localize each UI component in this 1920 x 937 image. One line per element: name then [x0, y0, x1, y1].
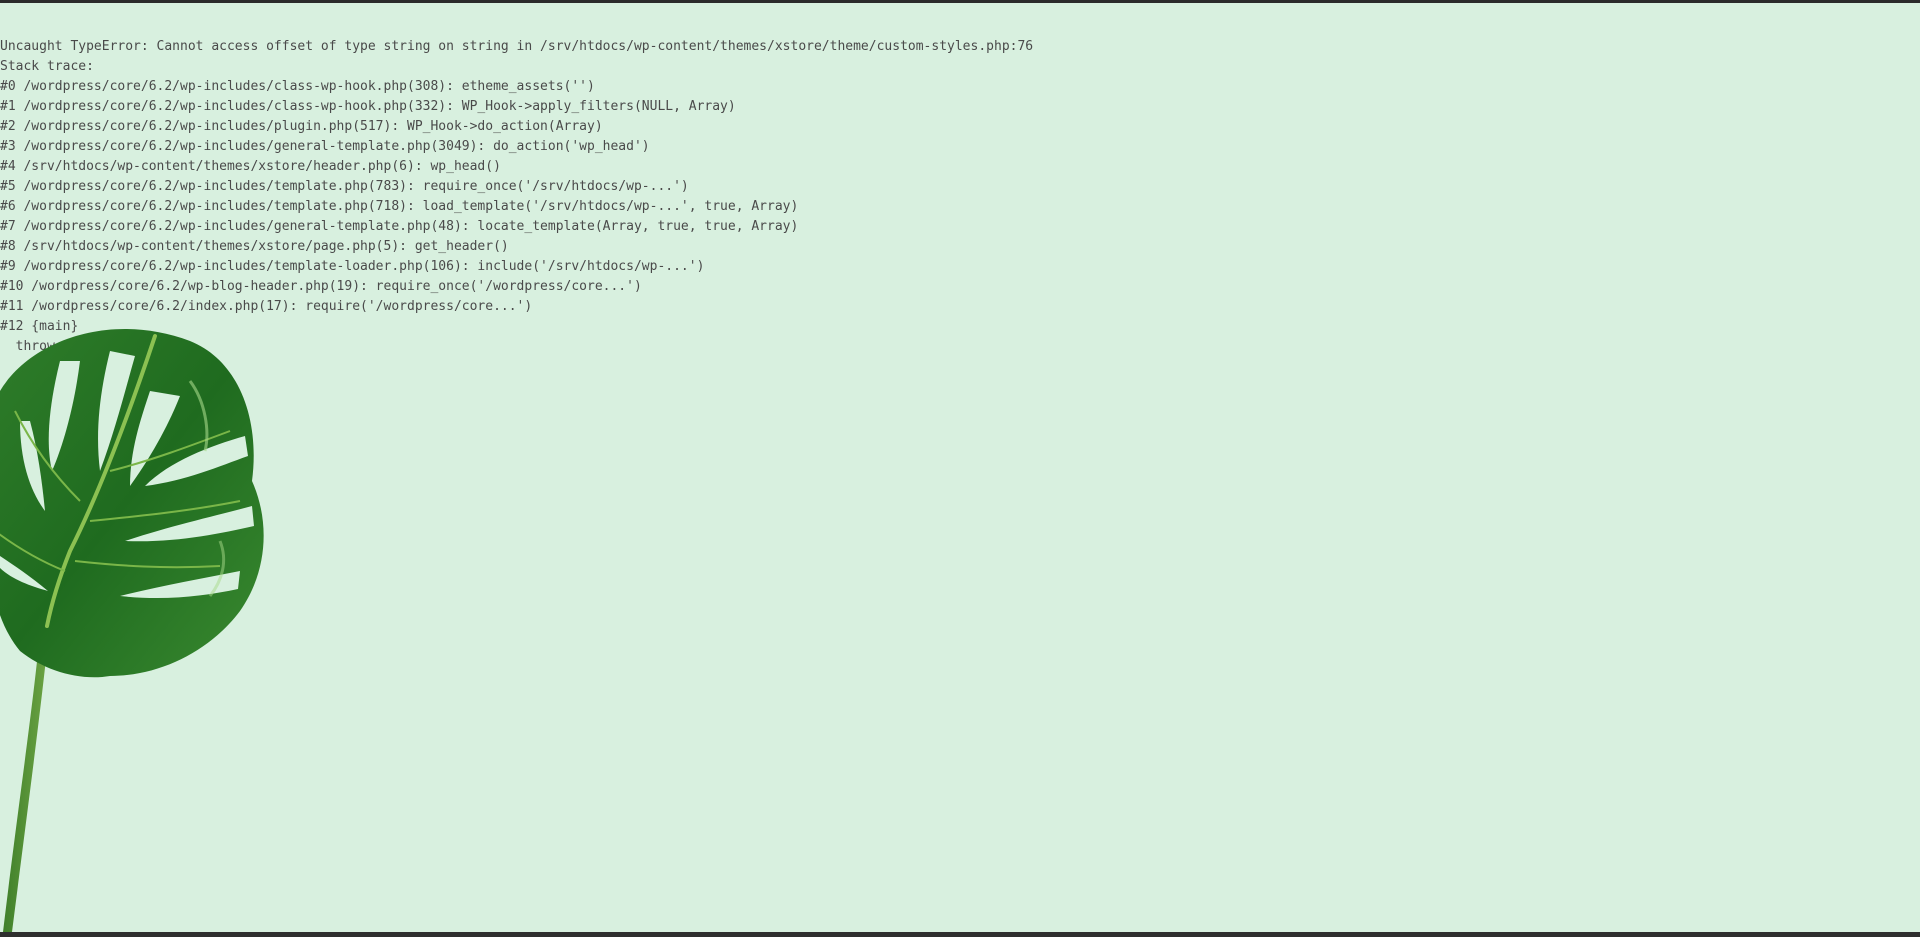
stack-frame-7: #7 /wordpress/core/6.2/wp-includes/gener… — [0, 219, 799, 234]
stack-frame-10: #10 /wordpress/core/6.2/wp-blog-header.p… — [0, 279, 642, 294]
stack-frame-0: #0 /wordpress/core/6.2/wp-includes/class… — [0, 79, 595, 94]
error-message: Uncaught TypeError: Cannot access offset… — [0, 39, 1034, 54]
stack-frame-6: #6 /wordpress/core/6.2/wp-includes/templ… — [0, 199, 799, 214]
stack-frame-4: #4 /srv/htdocs/wp-content/themes/xstore/… — [0, 159, 501, 174]
stack-frame-3: #3 /wordpress/core/6.2/wp-includes/gener… — [0, 139, 650, 154]
stack-frame-2: #2 /wordpress/core/6.2/wp-includes/plugi… — [0, 119, 603, 134]
monstera-leaf-icon — [0, 329, 264, 932]
stack-frame-9: #9 /wordpress/core/6.2/wp-includes/templ… — [0, 259, 705, 274]
stack-frame-8: #8 /srv/htdocs/wp-content/themes/xstore/… — [0, 239, 509, 254]
bottom-bar — [0, 932, 1920, 937]
stack-trace-heading: Stack trace: — [0, 59, 94, 74]
php-error-output: Uncaught TypeError: Cannot access offset… — [0, 37, 1033, 357]
error-page: Uncaught TypeError: Cannot access offset… — [0, 3, 1920, 932]
stack-frame-1: #1 /wordpress/core/6.2/wp-includes/class… — [0, 99, 736, 114]
stack-frame-11: #11 /wordpress/core/6.2/index.php(17): r… — [0, 299, 533, 314]
stack-frame-5: #5 /wordpress/core/6.2/wp-includes/templ… — [0, 179, 689, 194]
